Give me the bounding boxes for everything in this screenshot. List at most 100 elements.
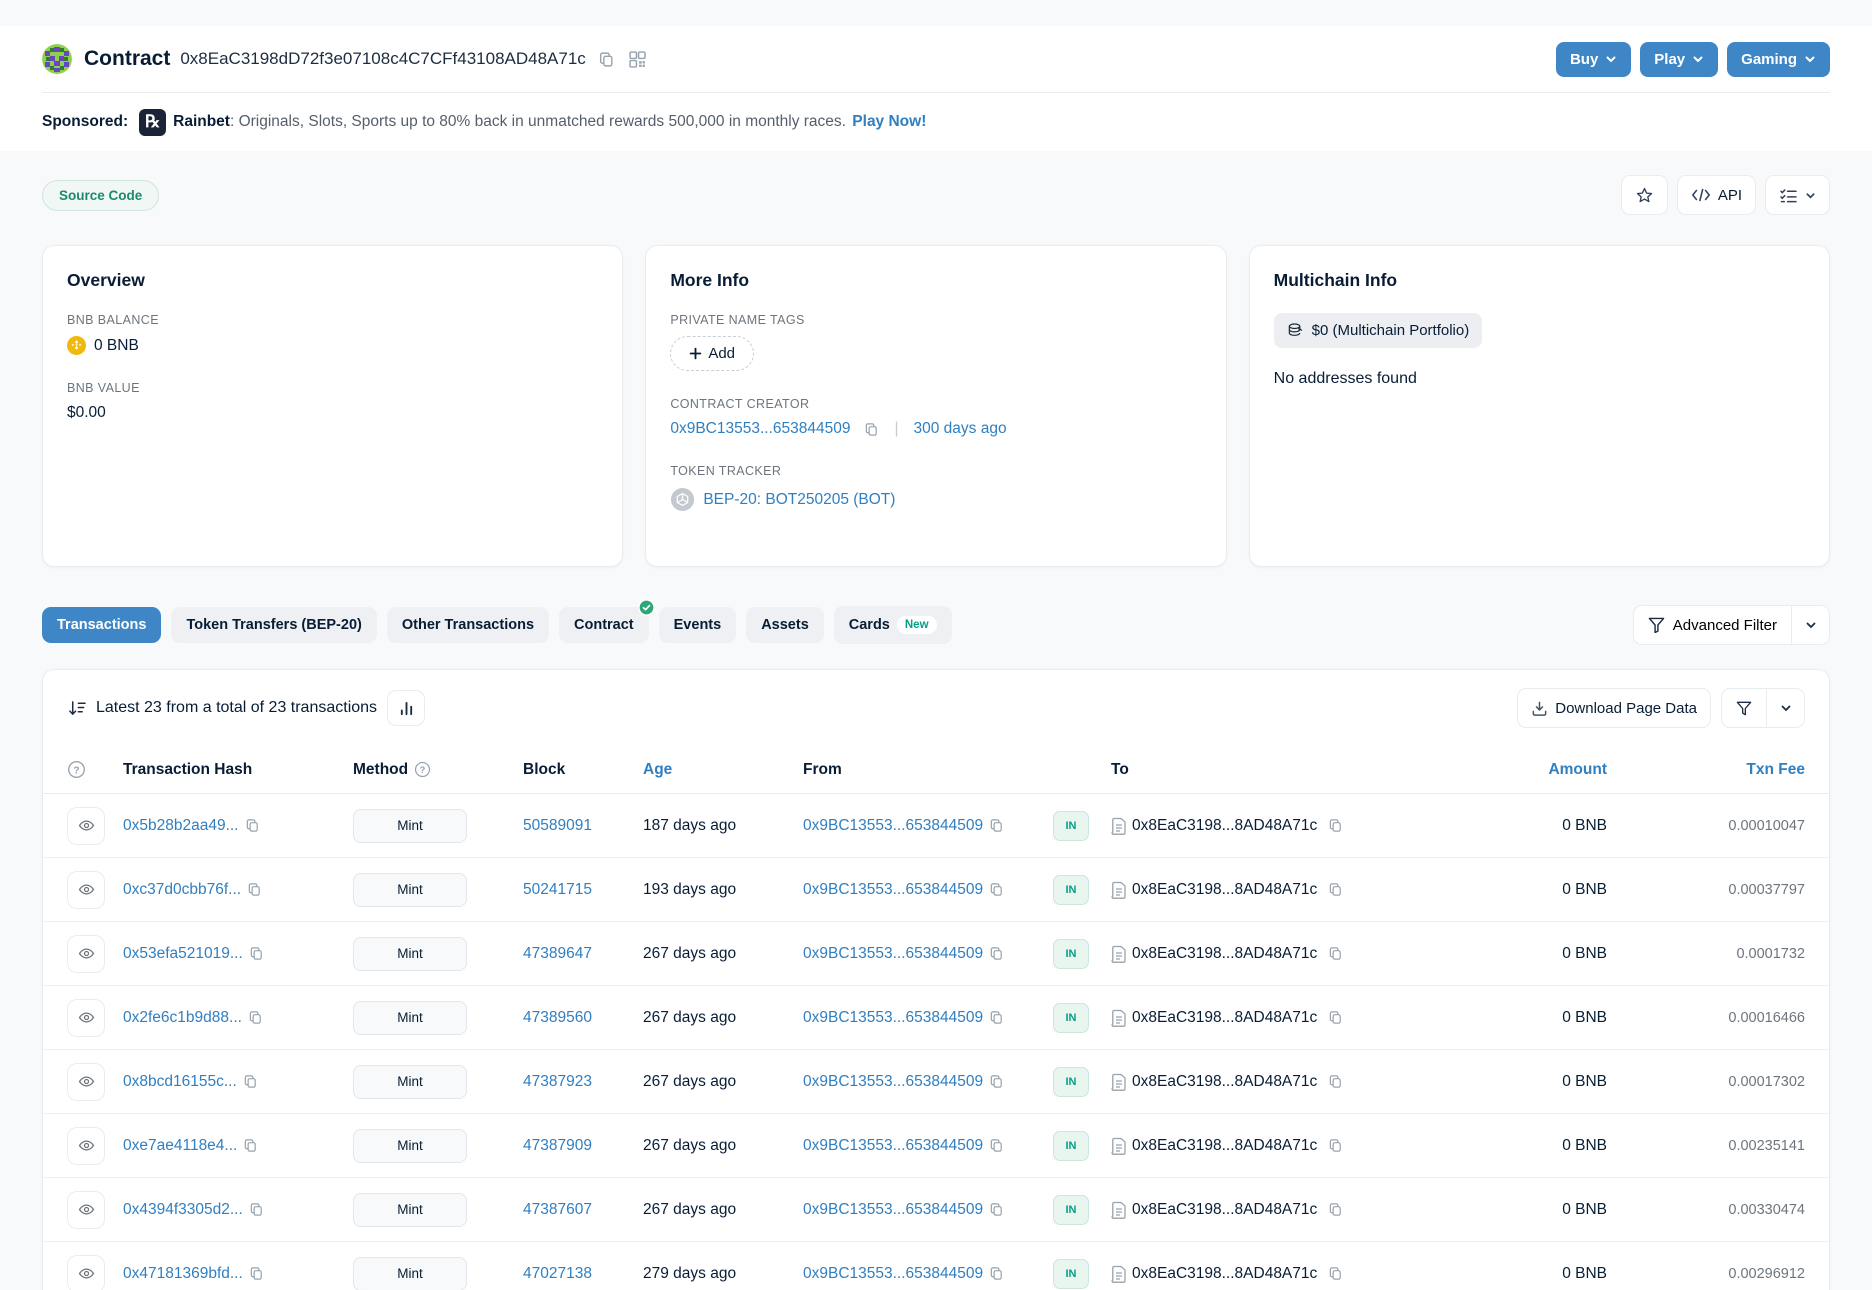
play-now-link[interactable]: Play Now! xyxy=(852,113,926,130)
advanced-filter-caret[interactable] xyxy=(1792,605,1830,645)
table-filter-caret[interactable] xyxy=(1767,688,1805,728)
tab-events[interactable]: Events xyxy=(659,607,737,643)
copy-icon[interactable] xyxy=(1328,1074,1343,1089)
block-link[interactable]: 47389647 xyxy=(523,945,592,963)
copy-address-icon[interactable] xyxy=(594,47,619,72)
method-badge[interactable]: Mint xyxy=(353,1193,467,1227)
tx-hash-link[interactable]: 0xe7ae4118e4... xyxy=(123,1137,237,1155)
tab-assets[interactable]: Assets xyxy=(746,607,824,643)
from-address-link[interactable]: 0x9BC13553...653844509 xyxy=(803,1137,983,1155)
col-age[interactable]: Age xyxy=(643,761,803,779)
method-badge[interactable]: Mint xyxy=(353,1129,467,1163)
tab-token-transfers[interactable]: Token Transfers (BEP-20) xyxy=(171,607,376,643)
play-button[interactable]: Play xyxy=(1640,42,1718,77)
add-name-tag-button[interactable]: Add xyxy=(670,336,754,371)
checklist-menu-button[interactable] xyxy=(1765,175,1830,215)
from-address-link[interactable]: 0x9BC13553...653844509 xyxy=(803,1265,983,1283)
from-address-link[interactable]: 0x9BC13553...653844509 xyxy=(803,945,983,963)
view-tx-button[interactable] xyxy=(67,1127,105,1165)
method-badge[interactable]: Mint xyxy=(353,1065,467,1099)
copy-icon[interactable] xyxy=(249,1266,264,1281)
buy-button[interactable]: Buy xyxy=(1556,42,1631,77)
copy-icon[interactable] xyxy=(1328,1010,1343,1025)
block-link[interactable]: 47027138 xyxy=(523,1265,592,1283)
tx-hash-link[interactable]: 0x53efa521019... xyxy=(123,945,243,963)
creator-address-link[interactable]: 0x9BC13553...653844509 xyxy=(670,420,850,438)
from-address-link[interactable]: 0x9BC13553...653844509 xyxy=(803,1201,983,1219)
tab-cards[interactable]: Cards New xyxy=(834,606,952,644)
copy-icon[interactable] xyxy=(989,946,1004,961)
copy-icon[interactable] xyxy=(1328,818,1343,833)
copy-icon[interactable] xyxy=(989,1010,1004,1025)
tx-hash-link[interactable]: 0x5b28b2aa49... xyxy=(123,817,239,835)
table-filter-button[interactable] xyxy=(1721,688,1767,728)
from-address-link[interactable]: 0x9BC13553...653844509 xyxy=(803,881,983,899)
api-button[interactable]: API xyxy=(1677,175,1756,215)
tab-transactions[interactable]: Transactions xyxy=(42,607,161,643)
method-badge[interactable]: Mint xyxy=(353,873,467,907)
view-tx-button[interactable] xyxy=(67,871,105,909)
from-address-link[interactable]: 0x9BC13553...653844509 xyxy=(803,1073,983,1091)
tx-hash-link[interactable]: 0x8bcd16155c... xyxy=(123,1073,237,1091)
copy-icon[interactable] xyxy=(864,422,879,437)
copy-icon[interactable] xyxy=(243,1138,258,1153)
block-link[interactable]: 47387923 xyxy=(523,1073,592,1091)
copy-icon[interactable] xyxy=(245,818,260,833)
copy-icon[interactable] xyxy=(249,1202,264,1217)
tx-hash-link[interactable]: 0x2fe6c1b9d88... xyxy=(123,1009,242,1027)
advanced-filter-button[interactable]: Advanced Filter xyxy=(1633,605,1792,645)
qr-code-icon[interactable] xyxy=(625,47,650,72)
tx-hash-link[interactable]: 0x47181369bfd... xyxy=(123,1265,243,1283)
view-tx-button[interactable] xyxy=(67,1063,105,1101)
sort-icon[interactable] xyxy=(67,700,86,717)
copy-icon[interactable] xyxy=(989,1266,1004,1281)
block-link[interactable]: 50589091 xyxy=(523,817,592,835)
download-page-data-button[interactable]: Download Page Data xyxy=(1517,688,1711,728)
method-badge[interactable]: Mint xyxy=(353,937,467,971)
copy-icon[interactable] xyxy=(1328,1266,1343,1281)
tx-hash-link[interactable]: 0x4394f3305d2... xyxy=(123,1201,243,1219)
help-icon[interactable]: ? xyxy=(67,760,86,779)
copy-icon[interactable] xyxy=(1328,946,1343,961)
copy-icon[interactable] xyxy=(989,818,1004,833)
tab-other-transactions[interactable]: Other Transactions xyxy=(387,607,549,643)
from-address-link[interactable]: 0x9BC13553...653844509 xyxy=(803,1009,983,1027)
block-link[interactable]: 50241715 xyxy=(523,881,592,899)
copy-icon[interactable] xyxy=(1328,882,1343,897)
copy-icon[interactable] xyxy=(989,1074,1004,1089)
block-link[interactable]: 47387909 xyxy=(523,1137,592,1155)
copy-icon[interactable] xyxy=(248,1010,263,1025)
copy-icon[interactable] xyxy=(247,882,262,897)
block-link[interactable]: 47389560 xyxy=(523,1009,592,1027)
view-tx-button[interactable] xyxy=(67,807,105,845)
col-txn-fee[interactable]: Txn Fee xyxy=(1655,761,1805,779)
favorite-button[interactable] xyxy=(1621,175,1668,215)
from-address-link[interactable]: 0x9BC13553...653844509 xyxy=(803,817,983,835)
copy-icon[interactable] xyxy=(989,1138,1004,1153)
copy-icon[interactable] xyxy=(243,1074,258,1089)
block-link[interactable]: 47387607 xyxy=(523,1201,592,1219)
method-badge[interactable]: Mint xyxy=(353,1001,467,1035)
copy-icon[interactable] xyxy=(989,882,1004,897)
view-tx-button[interactable] xyxy=(67,1191,105,1229)
col-amount[interactable]: Amount xyxy=(1421,761,1655,779)
multichain-portfolio-badge[interactable]: $0 (Multichain Portfolio) xyxy=(1274,313,1483,348)
tab-contract[interactable]: Contract xyxy=(559,607,649,643)
token-tracker-link[interactable]: BEP-20: BOT250205 (BOT) xyxy=(703,491,895,509)
copy-icon[interactable] xyxy=(989,1202,1004,1217)
copy-icon[interactable] xyxy=(249,946,264,961)
source-code-badge[interactable]: Source Code xyxy=(42,180,159,211)
view-tx-button[interactable] xyxy=(67,1255,105,1290)
help-icon[interactable]: ? xyxy=(414,761,431,778)
gaming-button[interactable]: Gaming xyxy=(1727,42,1830,77)
method-badge[interactable]: Mint xyxy=(353,809,467,843)
method-badge[interactable]: Mint xyxy=(353,1257,467,1290)
copy-icon[interactable] xyxy=(1328,1138,1343,1153)
view-tx-button[interactable] xyxy=(67,935,105,973)
tx-hash-link[interactable]: 0xc37d0cbb76f... xyxy=(123,881,241,899)
chart-view-button[interactable] xyxy=(387,690,425,726)
view-tx-button[interactable] xyxy=(67,999,105,1037)
creation-age-link[interactable]: 300 days ago xyxy=(914,420,1007,438)
to-address: 0x8EaC3198...8AD48A71c xyxy=(1132,1009,1317,1027)
copy-icon[interactable] xyxy=(1328,1202,1343,1217)
